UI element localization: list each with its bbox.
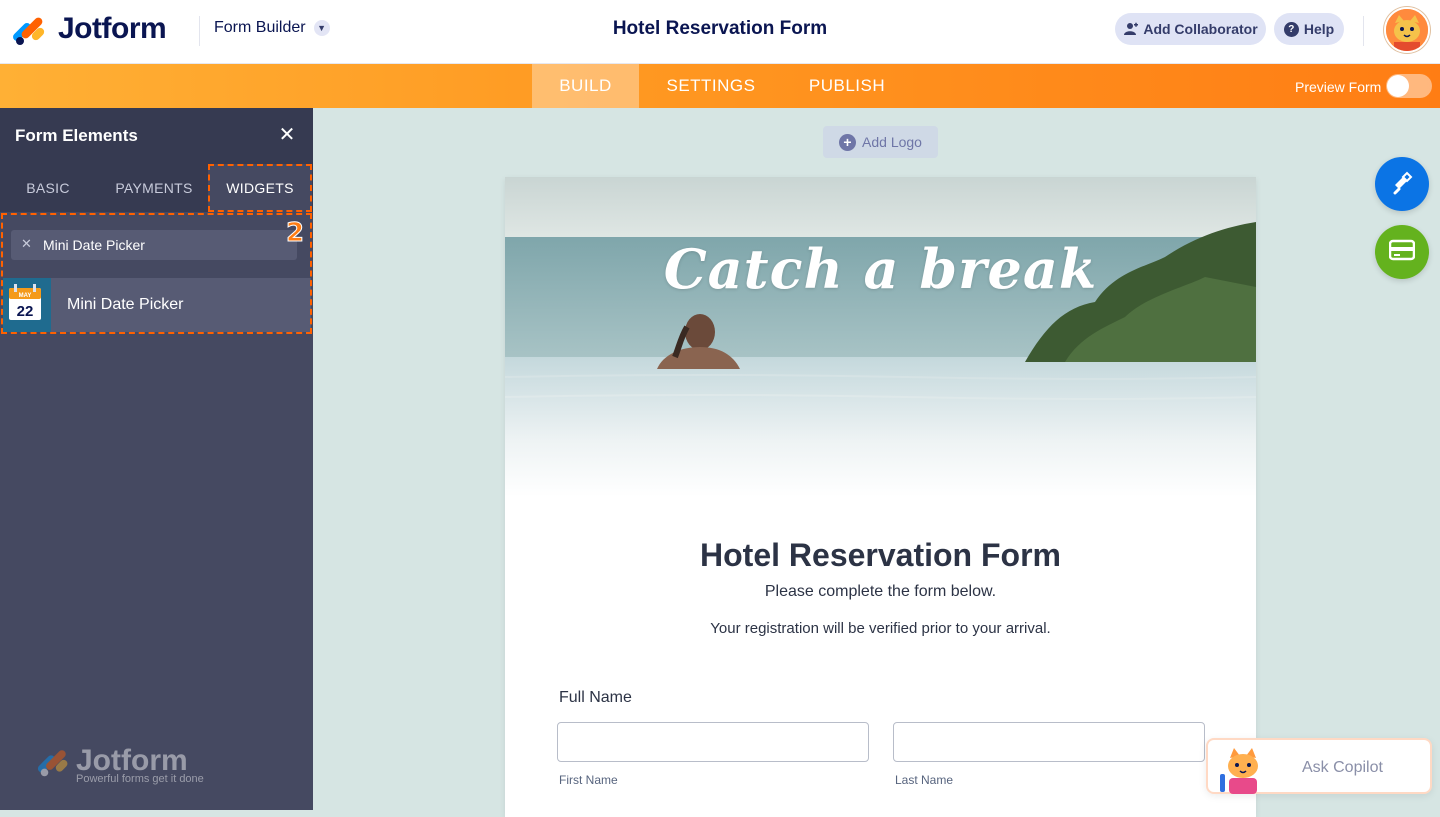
copilot-mascot-icon (1216, 744, 1268, 796)
help-label: Help (1303, 21, 1335, 37)
last-name-field[interactable] (893, 722, 1205, 762)
chevron-down-icon: ▼ (313, 20, 330, 36)
paint-roller-icon (1389, 169, 1415, 200)
builder-nav: BUILD SETTINGS PUBLISH Preview Form (0, 64, 1440, 108)
plus-icon: + (839, 133, 857, 151)
top-bar: Jotform Form Builder ▼ Hotel Reservation… (0, 0, 1440, 64)
toggle-knob (1387, 75, 1409, 97)
form-card: Catch a break Hotel Reservation Form Ple… (505, 177, 1256, 817)
brand-name: Jotform (58, 12, 167, 45)
form-builder-label: Form Builder (214, 19, 306, 36)
hero-text: Catch a break (663, 237, 1098, 301)
footer-tagline: Powerful forms get it done (76, 773, 204, 785)
tab-payments[interactable]: PAYMENTS (103, 164, 205, 212)
jotform-logo-icon (36, 746, 69, 777)
jotform-logo[interactable]: Jotform (11, 12, 167, 46)
first-name-field[interactable] (557, 722, 869, 762)
divider (199, 16, 200, 46)
form-title[interactable]: Hotel Reservation Form (613, 18, 827, 39)
help-icon: ? (1283, 21, 1299, 37)
form-designer-button[interactable] (1375, 157, 1429, 211)
jotform-logo-icon (11, 13, 46, 45)
divider (1363, 16, 1364, 46)
form-builder-dropdown[interactable]: Form Builder ▼ (214, 19, 330, 37)
form-note[interactable]: Your registration will be verified prior… (505, 620, 1256, 637)
first-name-sublabel: First Name (559, 773, 618, 787)
last-name-sublabel: Last Name (895, 773, 954, 787)
hero-image[interactable]: Catch a break (505, 177, 1256, 497)
tab-basic[interactable]: BASIC (0, 164, 96, 212)
preview-form-toggle[interactable] (1386, 74, 1432, 98)
full-name-label[interactable]: Full Name (559, 689, 632, 707)
ask-copilot-button[interactable]: Ask Copilot (1206, 738, 1432, 794)
add-collaborator-button[interactable]: Add Collaborator (1115, 13, 1266, 45)
tab-build[interactable]: BUILD (532, 64, 639, 108)
tab-settings[interactable]: SETTINGS (649, 64, 773, 108)
help-button[interactable]: ? Help (1274, 13, 1344, 45)
add-logo-label: Add Logo (862, 134, 922, 150)
element-tabs: BASIC PAYMENTS WIDGETS (0, 164, 313, 212)
form-elements-panel: Form Elements ✕ BASIC PAYMENTS WIDGETS ✕… (0, 108, 313, 810)
tab-widgets[interactable]: WIDGETS (208, 164, 312, 212)
form-subheading[interactable]: Please complete the form below. (505, 583, 1256, 601)
tab-publish[interactable]: PUBLISH (790, 64, 904, 108)
add-logo-button[interactable]: + Add Logo (823, 126, 938, 158)
ask-copilot-label: Ask Copilot (1302, 759, 1383, 776)
step-number-badge: 2 (285, 218, 305, 249)
step-highlight (1, 213, 312, 334)
avatar[interactable] (1384, 7, 1430, 53)
payment-settings-button[interactable] (1375, 225, 1429, 279)
close-icon[interactable]: ✕ (276, 124, 298, 146)
panel-header: Form Elements ✕ (0, 108, 313, 164)
preview-form-label: Preview Form (1295, 79, 1382, 95)
form-heading[interactable]: Hotel Reservation Form (505, 537, 1256, 574)
add-collaborator-label: Add Collaborator (1143, 21, 1258, 37)
add-user-icon (1123, 22, 1138, 37)
card-icon (1388, 239, 1416, 266)
panel-title: Form Elements (15, 126, 138, 145)
